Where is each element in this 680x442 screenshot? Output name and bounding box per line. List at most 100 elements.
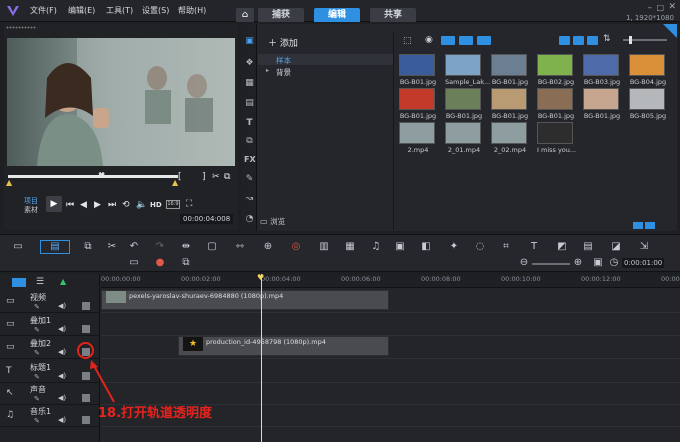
export-icon[interactable]: ⇲: [638, 241, 650, 253]
close-button[interactable]: ✕: [668, 2, 676, 12]
minimize-button[interactable]: –: [648, 3, 653, 13]
filter-audio-button[interactable]: [477, 36, 491, 45]
media-thumbnail[interactable]: BG-B04.jpg: [629, 54, 667, 92]
hd-toggle[interactable]: HD: [150, 201, 162, 209]
edit-icon[interactable]: ✎: [34, 373, 40, 381]
fit-icon[interactable]: ⇹: [180, 241, 192, 253]
3d-title-icon[interactable]: T: [528, 241, 540, 253]
mute-icon[interactable]: ◀): [58, 302, 66, 310]
time-remap-icon[interactable]: ◌: [474, 241, 486, 253]
mute-icon[interactable]: ◀): [58, 325, 66, 333]
redo-icon[interactable]: ↷: [154, 241, 166, 253]
track-header[interactable]: ▭ 视频 ✎ ◀): [0, 290, 100, 313]
track-header[interactable]: ♫ 音乐1 ✎ ◀): [0, 404, 100, 427]
tab-capture[interactable]: 捕获: [258, 8, 304, 22]
menu-tools[interactable]: 工具(T): [106, 5, 133, 16]
panel-options-icon[interactable]: [645, 222, 655, 229]
edit-icon[interactable]: ✎: [34, 417, 40, 425]
time-ruler[interactable]: 00:00:00:00 00:00:02:00 00:00:04:00 00:00:0…: [101, 274, 680, 288]
mute-icon[interactable]: ◀): [58, 372, 66, 380]
folder-item-samples[interactable]: 样本: [258, 54, 393, 65]
media-thumbnail[interactable]: 2_02.mp4: [491, 122, 529, 160]
snapshot-icon[interactable]: ⧉: [224, 172, 230, 182]
scrub-bar[interactable]: [8, 175, 178, 178]
mute-icon[interactable]: ◀): [58, 348, 66, 356]
filter-video-button[interactable]: [441, 36, 455, 45]
menu-file[interactable]: 文件(F): [30, 5, 57, 16]
fit-project-icon[interactable]: ▣: [592, 257, 604, 269]
curve-icon[interactable]: ↝: [244, 194, 255, 205]
crop-icon[interactable]: ⌗: [500, 241, 512, 253]
music-icon[interactable]: ♫: [370, 241, 382, 253]
video-preview[interactable]: [7, 38, 235, 166]
overlay-clip[interactable]: ★ production_id-4958798 (1080p).mp4: [178, 336, 389, 356]
clock-icon[interactable]: ◷: [608, 257, 620, 269]
color-grade-icon[interactable]: ◩: [556, 241, 568, 253]
instant-project-icon[interactable]: ❖: [244, 58, 255, 69]
media-thumbnail[interactable]: 2.mp4: [399, 122, 437, 160]
title-icon[interactable]: T: [244, 118, 255, 129]
magic-wand-icon[interactable]: ✦: [448, 241, 460, 253]
play-button[interactable]: ▶: [46, 196, 62, 212]
zoom-in-icon[interactable]: ⊕: [572, 257, 584, 269]
track-transparency-icon[interactable]: [82, 416, 90, 424]
playhead-marker-icon[interactable]: ♥: [257, 273, 264, 282]
media-thumbnail[interactable]: BG-B01.jpg: [491, 54, 529, 92]
mute-icon[interactable]: ◀): [58, 394, 66, 402]
split-icon[interactable]: ✂: [212, 172, 220, 182]
media-thumbnail[interactable]: 2_01.mp4: [445, 122, 483, 160]
menu-edit[interactable]: 编辑(E): [68, 5, 95, 16]
detail-view-icon[interactable]: [573, 36, 584, 45]
media-thumbnail[interactable]: BG-B01.jpg: [399, 54, 437, 92]
track-header[interactable]: ▭ 叠加1 ✎ ◀): [0, 313, 100, 336]
media-thumbnail[interactable]: BG-B01.jpg: [491, 88, 529, 126]
playhead[interactable]: [261, 274, 262, 442]
maximize-button[interactable]: □: [656, 3, 664, 12]
menu-help[interactable]: 帮助(H): [178, 5, 206, 16]
fx-icon[interactable]: FX: [244, 154, 256, 165]
track-transparency-icon[interactable]: [82, 302, 90, 310]
mask-icon[interactable]: ◎: [290, 241, 302, 253]
timeline-view-icon[interactable]: ▤: [40, 240, 70, 254]
mode-clip[interactable]: 素材: [24, 205, 38, 215]
menu-settings[interactable]: 设置(S): [142, 5, 169, 16]
media-thumbnail[interactable]: BG-B05.jpg: [629, 88, 667, 126]
media-thumbnail[interactable]: BG-B01.jpg: [537, 88, 575, 126]
split-screen-icon[interactable]: ⇿: [234, 241, 246, 253]
mark-in-handle[interactable]: ▲: [6, 178, 12, 187]
media-thumbnail[interactable]: BG-B02.jpg: [537, 54, 575, 92]
folder-item-backgrounds[interactable]: ▸ 背景: [258, 66, 393, 77]
cut-icon[interactable]: ✂: [106, 241, 118, 253]
transition-icon[interactable]: ⧉: [244, 136, 255, 147]
track-header[interactable]: T 标题1 ✎ ◀): [0, 360, 100, 383]
freeze-frame-icon[interactable]: ▭: [128, 257, 140, 269]
zoom-slider[interactable]: [532, 263, 570, 265]
mixer-icon[interactable]: ▦: [344, 241, 356, 253]
media-thumbnail[interactable]: BG-B01.jpg: [583, 88, 621, 126]
panel-toggle-icon[interactable]: [633, 222, 643, 229]
mute-icon[interactable]: ◀): [58, 416, 66, 424]
track-manager-icon[interactable]: [12, 278, 26, 287]
split-clip-icon[interactable]: ◪: [610, 241, 622, 253]
storyboard-view-icon[interactable]: ▭: [12, 241, 24, 253]
subtitle-icon[interactable]: ▥: [318, 241, 330, 253]
track-transparency-icon[interactable]: [82, 325, 90, 333]
timeline-timecode[interactable]: 0:00:01:00: [622, 258, 665, 268]
media-icon[interactable]: ▣: [244, 36, 255, 47]
screen-record-icon[interactable]: ▢: [206, 241, 218, 253]
fullscreen-icon[interactable]: ⛶: [186, 199, 192, 209]
aspect-ratio-button[interactable]: 16:9: [166, 200, 180, 209]
graphics-icon[interactable]: ▤: [244, 98, 255, 109]
media-thumbnail[interactable]: BG-B01.jpg: [399, 88, 437, 126]
edit-icon[interactable]: ✎: [34, 303, 40, 311]
prev-frame-icon[interactable]: ◀: [80, 200, 87, 210]
volume-icon[interactable]: 🔈: [136, 200, 147, 210]
record-voice-icon[interactable]: ●: [154, 257, 166, 269]
chapter-icon[interactable]: ☰: [36, 277, 44, 287]
track-header[interactable]: ↖ 声音 ✎ ◀): [0, 382, 100, 405]
home-icon[interactable]: ⌂: [236, 8, 254, 22]
zoom-out-icon[interactable]: ⊖: [518, 257, 530, 269]
track-lane[interactable]: [101, 360, 680, 383]
sort-icon[interactable]: ⇅: [603, 34, 611, 44]
video-clip[interactable]: pexels-yaroslav-shuraev-6984880 (1080p).…: [101, 290, 389, 310]
